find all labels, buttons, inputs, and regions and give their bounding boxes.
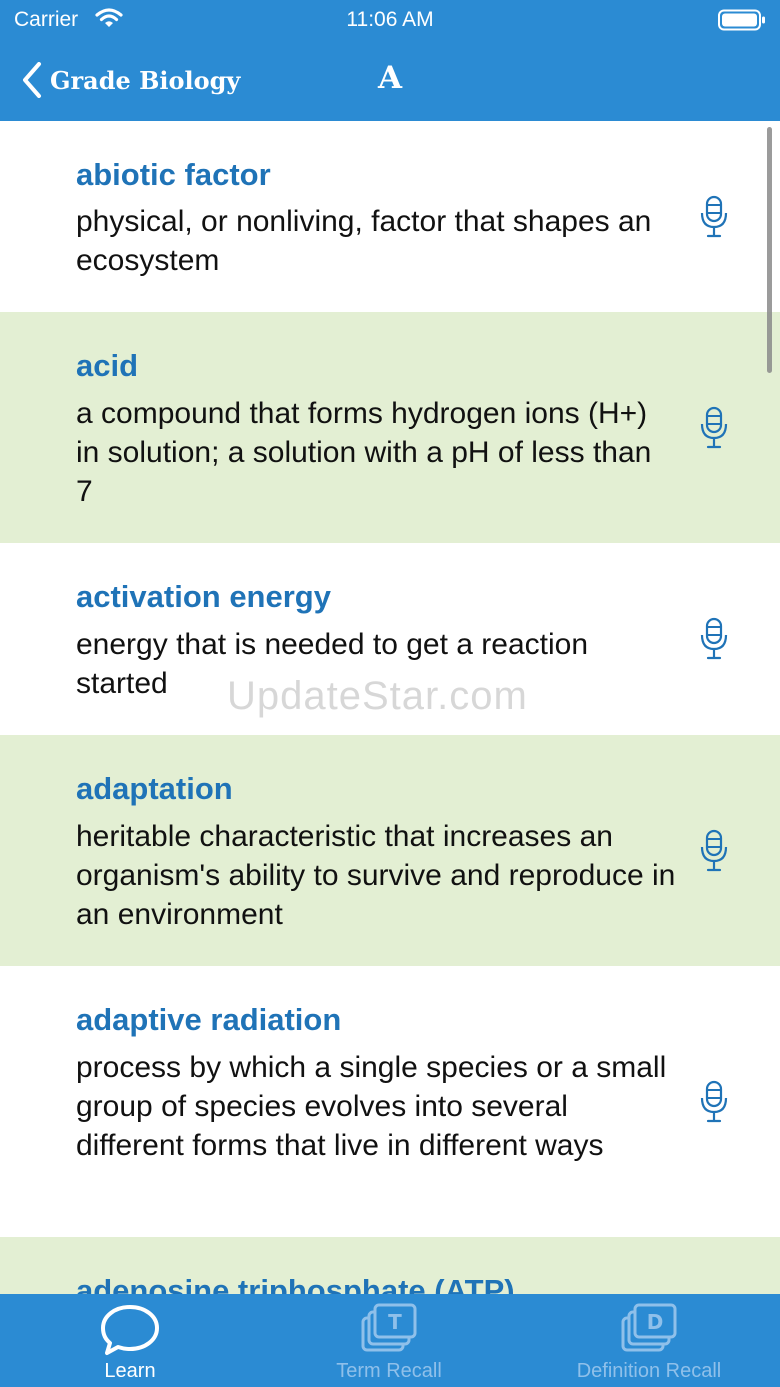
microphone-icon[interactable] xyxy=(699,617,729,661)
svg-text:D: D xyxy=(647,1310,664,1334)
term-title: adaptive radiation xyxy=(76,1002,342,1037)
tab-definition-recall-label: Definition Recall xyxy=(576,1360,722,1382)
glossary-row[interactable]: abiotic factor physical, or nonliving, f… xyxy=(0,121,780,312)
svg-text:T: T xyxy=(388,1310,402,1334)
tab-term-recall[interactable]: T Term Recall xyxy=(289,1294,489,1387)
glossary-row[interactable]: adaptive radiation process by which a si… xyxy=(0,966,780,1237)
term-title: adaptation xyxy=(76,771,233,806)
scrollbar[interactable] xyxy=(767,127,772,373)
term-title: acid xyxy=(76,348,139,383)
term-definition: physical, or nonliving, factor that shap… xyxy=(76,205,652,277)
microphone-icon[interactable] xyxy=(699,195,729,239)
battery-icon xyxy=(718,9,765,31)
glossary-row[interactable]: acid a compound that forms hydrogen ions… xyxy=(0,312,780,543)
term-title: abiotic factor xyxy=(76,157,271,192)
tab-term-recall-label: Term Recall xyxy=(336,1360,442,1382)
term-definition: process by which a single species or a s… xyxy=(76,1051,667,1162)
tab-learn[interactable]: Learn xyxy=(30,1294,230,1387)
status-bar: Carrier 11:06 AM xyxy=(0,0,780,40)
stacked-cards-d-icon: D xyxy=(621,1303,677,1352)
speech-bubble-icon xyxy=(101,1305,159,1355)
term-definition: heritable characteristic that increases … xyxy=(76,820,676,931)
glossary-row[interactable]: adenosine triphosphate (ATP) xyxy=(0,1237,780,1294)
term-title: activation energy xyxy=(76,579,331,614)
tab-learn-label: Learn xyxy=(104,1360,156,1382)
term-definition: a compound that forms hydrogen ions (H+)… xyxy=(76,397,652,508)
page-title: A xyxy=(377,60,403,96)
microphone-icon[interactable] xyxy=(699,1080,729,1124)
glossary-row[interactable]: adaptation heritable characteristic that… xyxy=(0,735,780,966)
term-title: adenosine triphosphate (ATP) xyxy=(76,1273,515,1294)
microphone-icon[interactable] xyxy=(699,829,729,873)
stacked-cards-t-icon: T xyxy=(361,1303,417,1352)
tab-definition-recall[interactable]: D Definition Recall xyxy=(549,1294,749,1387)
microphone-icon[interactable] xyxy=(699,406,729,450)
navigation-bar: Grade Biology A xyxy=(0,40,780,121)
tab-bar: Learn T Term Recall D Definition Recall xyxy=(0,1294,780,1387)
watermark: UpdateStar.com xyxy=(227,674,528,718)
header: Carrier 11:06 AM Grade Biology A xyxy=(0,0,780,121)
status-time: 11:06 AM xyxy=(346,8,434,31)
